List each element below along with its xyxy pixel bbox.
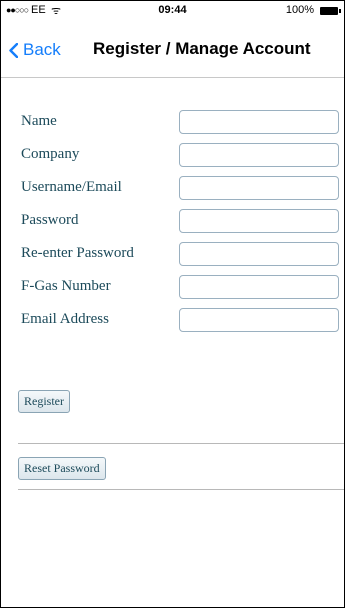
back-button[interactable]: Back — [9, 40, 61, 60]
form-row-email-address: Email Address — [1, 306, 344, 332]
username-field[interactable] — [179, 176, 339, 200]
email-address-field[interactable] — [179, 308, 339, 332]
fgas-number-label: F-Gas Number — [21, 278, 111, 294]
name-field[interactable] — [179, 110, 339, 134]
company-label: Company — [21, 146, 80, 162]
form-row-username: Username/Email — [1, 174, 344, 200]
status-bar: ●●○○○ EE ᯤ 09:44 100% — [1, 1, 344, 21]
back-label: Back — [23, 40, 61, 59]
form-row-fgas-number: F-Gas Number — [1, 273, 344, 299]
username-label: Username/Email — [21, 179, 122, 195]
app-screen: ●●○○○ EE ᯤ 09:44 100% Back Register / Ma… — [0, 0, 345, 608]
battery-icon — [320, 7, 341, 15]
email-address-label: Email Address — [21, 311, 109, 327]
form-row-reenter-password: Re-enter Password — [1, 240, 344, 266]
chevron-left-icon — [9, 42, 18, 58]
fgas-number-field[interactable] — [179, 275, 339, 299]
reenter-password-field[interactable] — [179, 242, 339, 266]
divider — [18, 443, 344, 444]
page-title: Register / Manage Account — [93, 39, 311, 58]
name-label: Name — [21, 113, 57, 129]
company-field[interactable] — [179, 143, 339, 167]
form-row-password: Password — [1, 207, 344, 233]
password-field[interactable] — [179, 209, 339, 233]
form-row-company: Company — [1, 141, 344, 167]
reset-password-button[interactable]: Reset Password — [18, 457, 106, 480]
password-label: Password — [21, 212, 79, 228]
battery-percentage: 100% — [285, 4, 314, 16]
divider — [18, 489, 344, 490]
navigation-bar: Back Register / Manage Account — [1, 21, 344, 78]
reenter-password-label: Re-enter Password — [21, 245, 134, 261]
register-button[interactable]: Register — [18, 390, 70, 413]
form-row-name: Name — [1, 108, 344, 134]
